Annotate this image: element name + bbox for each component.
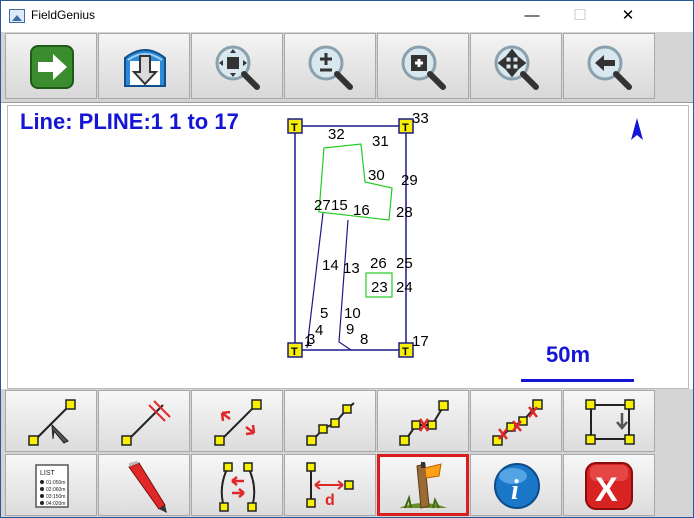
delete-vertex-icon <box>399 400 449 446</box>
globe-down-arrow-icon <box>124 49 166 87</box>
zoom-extents-button[interactable] <box>191 33 283 99</box>
svg-text:T: T <box>291 122 298 134</box>
zoom-previous-icon <box>587 45 632 90</box>
zoom-window-icon <box>401 45 446 90</box>
window-title: FieldGenius <box>31 8 96 22</box>
list-line: 04:020m <box>46 501 65 507</box>
offset-line-button[interactable] <box>98 390 190 452</box>
stakeout-button[interactable] <box>377 454 469 516</box>
polyline-button[interactable] <box>284 390 376 452</box>
list-line: 01:050m <box>46 480 65 486</box>
point-label: 30 <box>368 167 385 184</box>
red-x-icon: X <box>585 462 633 510</box>
list-line: 03:150m <box>46 494 65 500</box>
scale-bar <box>521 379 634 382</box>
inner-lines <box>306 212 352 351</box>
svg-text:T: T <box>402 122 409 134</box>
list-title: LIST <box>40 470 56 477</box>
minimize-button[interactable]: — <box>509 1 555 31</box>
edit-pencil-button[interactable] <box>98 454 190 516</box>
point-label: 27 <box>314 197 331 214</box>
point-label: 10 <box>344 305 361 322</box>
maximize-button[interactable]: ☐ <box>557 1 603 31</box>
svg-text:T: T <box>291 346 298 358</box>
close-x-label: X <box>595 471 618 509</box>
globe-download-button[interactable] <box>98 33 190 99</box>
point-label: 33 <box>412 110 429 127</box>
point-label: 16 <box>353 202 370 219</box>
delete-segments-button[interactable] <box>470 390 562 452</box>
list-report-icon: LIST 01:050m 02:060m 03:150m 04:020m <box>35 464 69 508</box>
stakeout-icon <box>399 462 447 509</box>
info-button[interactable]: i <box>470 454 562 516</box>
svg-text:T: T <box>402 346 409 358</box>
point-label: 15 <box>331 197 348 214</box>
rectangle-down-button[interactable] <box>563 390 655 452</box>
list-line: 02:060m <box>46 487 65 493</box>
zoom-extents-icon <box>215 45 260 90</box>
zoom-in-out-button[interactable] <box>284 33 376 99</box>
distance-d-icon: d <box>306 462 354 509</box>
point-label: 31 <box>372 133 389 150</box>
pan-icon <box>494 45 539 90</box>
forward-arrow-button[interactable] <box>5 33 97 99</box>
rectangle-arrow-icon <box>585 399 635 445</box>
map-view[interactable]: T T T T 32 31 33 30 29 27 15 16 28 14 13… <box>7 105 689 389</box>
reverse-direction-button[interactable] <box>191 454 283 516</box>
green-right-arrow-icon <box>30 45 74 89</box>
point-label: 5 <box>320 305 328 322</box>
pencil-icon <box>128 461 167 513</box>
point-label: 14 <box>322 257 339 274</box>
point-label: 23 <box>371 279 388 296</box>
point-label: 28 <box>396 204 413 221</box>
extend-line-icon <box>214 399 262 446</box>
north-arrow-icon <box>631 118 643 140</box>
zoom-plus-minus-icon <box>308 45 353 90</box>
line-select-arrow-icon <box>28 399 76 446</box>
line-label: Line: PLINE:1 1 to 17 <box>20 109 239 134</box>
pan-button[interactable] <box>470 33 562 99</box>
point-label: 26 <box>370 255 387 272</box>
point-label: 24 <box>396 279 413 296</box>
point-label: 25 <box>396 255 413 272</box>
point-label: 13 <box>343 260 360 277</box>
delete-point-button[interactable] <box>377 390 469 452</box>
top-toolbar <box>1 32 693 103</box>
point-label: 1 <box>304 333 312 350</box>
app-icon <box>9 9 25 23</box>
parallel-line-icon <box>121 400 171 446</box>
distance-d-label: d <box>325 492 335 509</box>
app-window: FieldGenius — ☐ ✕ T T T T 32 31 33 30 29… <box>0 0 694 518</box>
close-window-button[interactable]: ✕ <box>605 1 651 31</box>
select-line-button[interactable] <box>5 390 97 452</box>
point-label: 32 <box>328 126 345 143</box>
info-icon: i <box>494 463 540 509</box>
zoom-window-button[interactable] <box>377 33 469 99</box>
point-label: 17 <box>412 333 429 350</box>
close-map-button[interactable]: X <box>563 454 655 516</box>
point-label: 4 <box>315 322 323 339</box>
info-i-label: i <box>511 475 519 506</box>
point-label: 29 <box>401 172 418 189</box>
polyline-icon <box>306 402 355 446</box>
point-label: 8 <box>360 331 368 348</box>
distance-button[interactable]: d <box>284 454 376 516</box>
extend-line-button[interactable] <box>191 390 283 452</box>
point-label: 9 <box>346 321 354 338</box>
title-bar[interactable]: FieldGenius — ☐ ✕ <box>1 1 693 31</box>
reverse-arrows-icon <box>219 462 257 512</box>
zoom-previous-button[interactable] <box>563 33 655 99</box>
delete-segments-icon <box>492 399 543 446</box>
tool-grid: LIST 01:050m 02:060m 03:150m 04:020m d i… <box>1 389 693 517</box>
scale-label: 50m <box>546 342 591 367</box>
list-report-button[interactable]: LIST 01:050m 02:060m 03:150m 04:020m <box>5 454 97 516</box>
